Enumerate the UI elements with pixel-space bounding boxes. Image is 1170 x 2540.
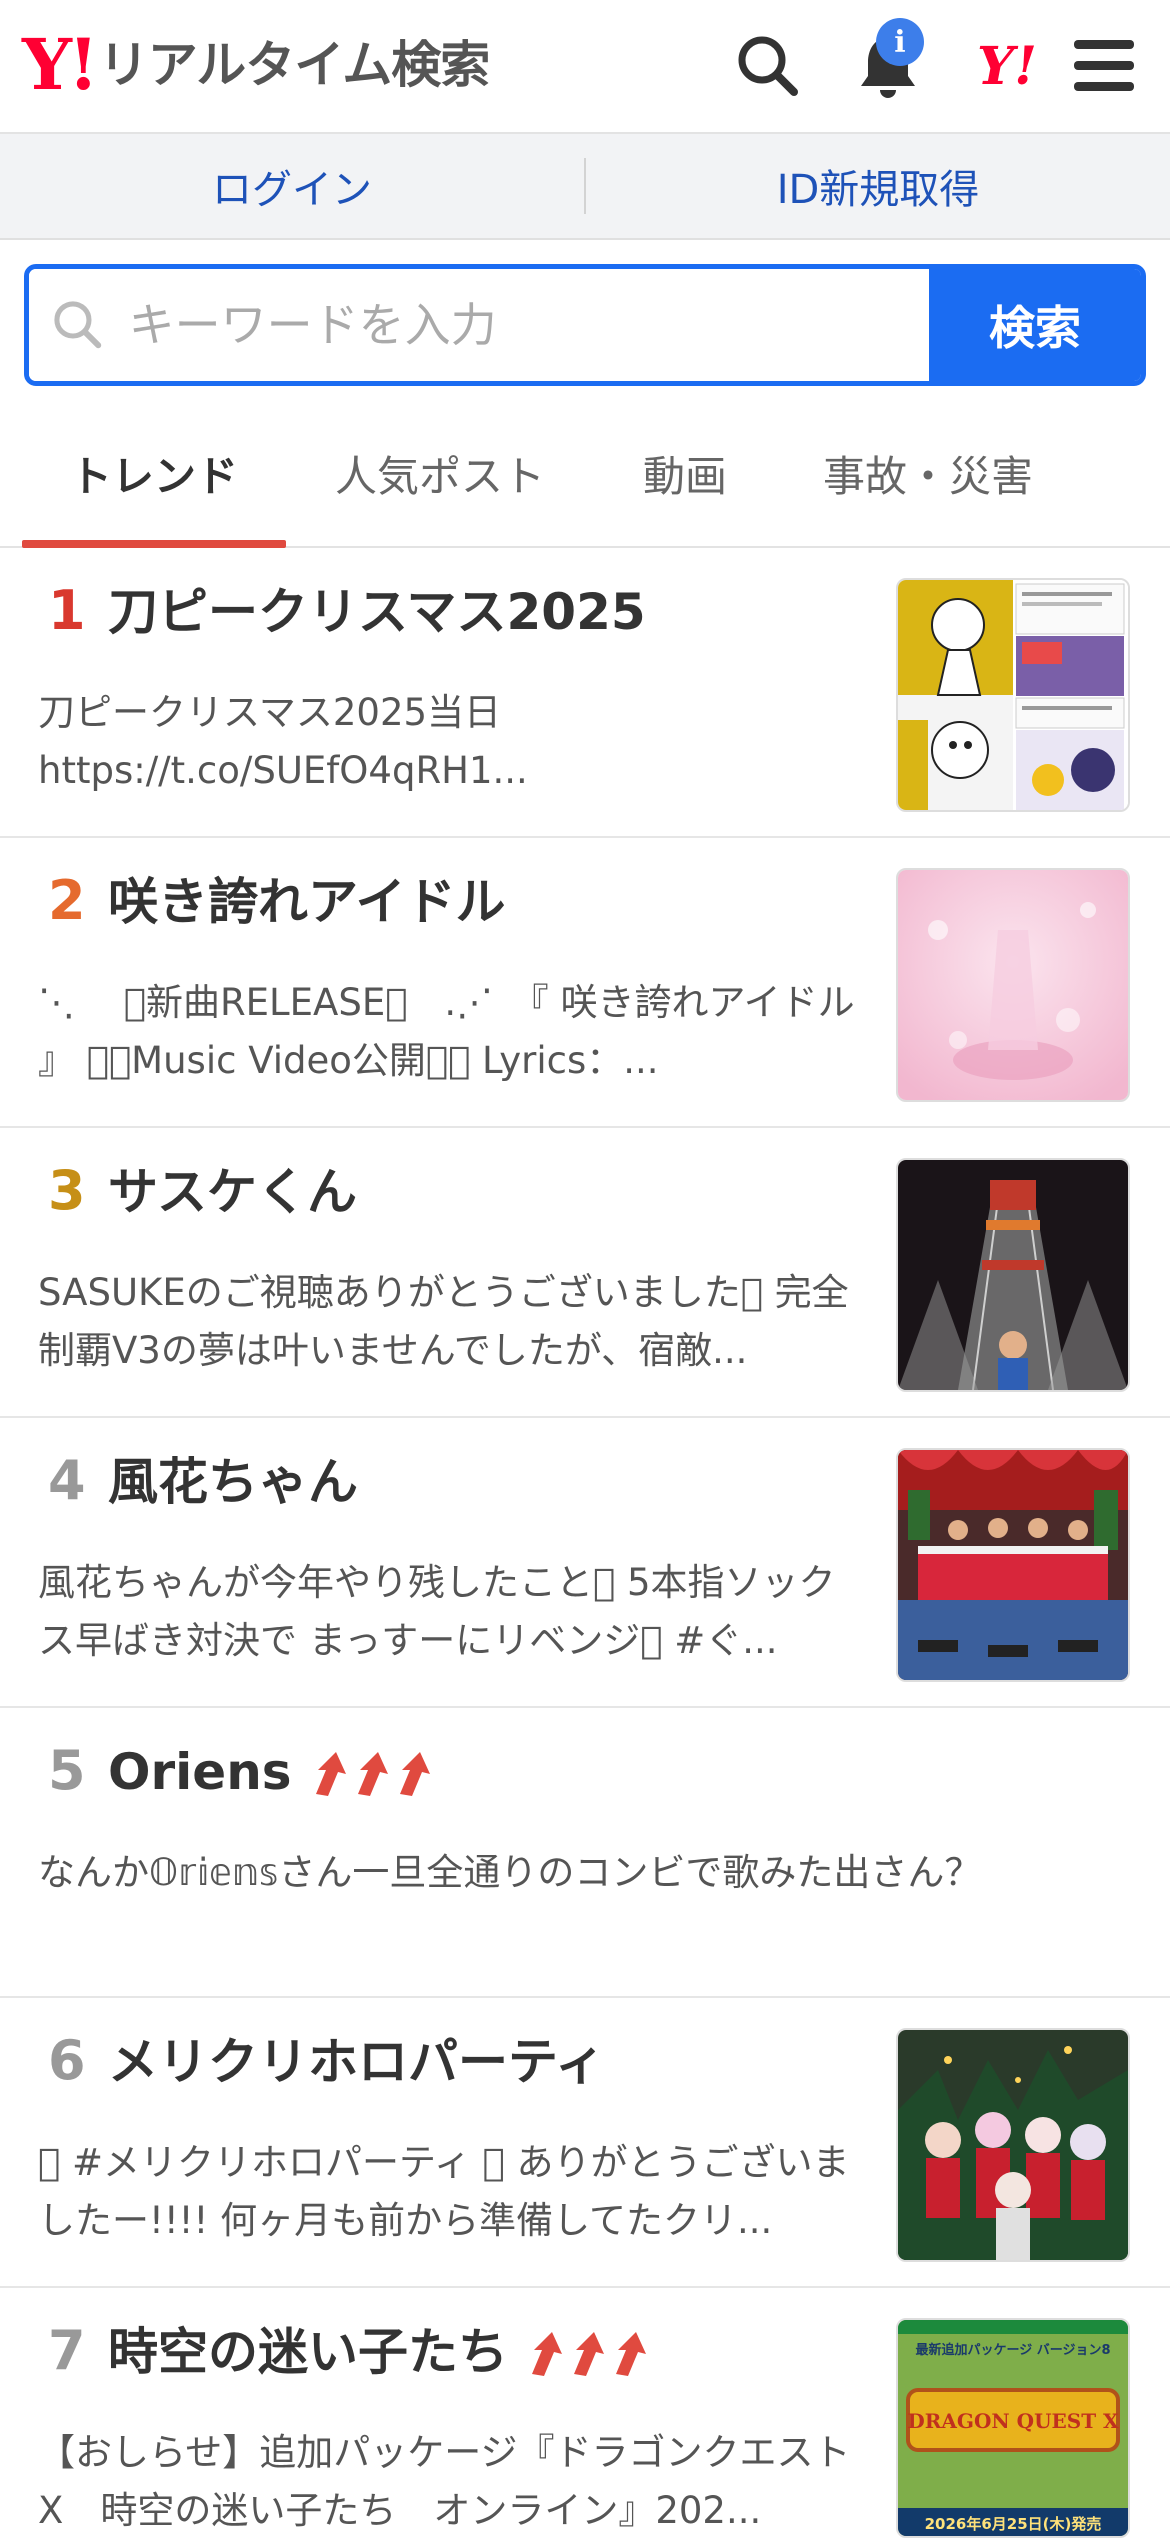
trend-title: Oriens: [108, 1743, 292, 1801]
trend-thumbnail: [896, 1448, 1130, 1682]
hamburger-menu-icon: [1074, 40, 1134, 91]
trend-description: 􏰀 #メリクリホロパーティ 􏰀 ありがとうございましたー!!!! 何ヶ月も前から…: [38, 2141, 850, 2242]
search-bar: 検索: [24, 264, 1146, 386]
trend-thumbnail: [896, 578, 1130, 812]
game-logo-text: DRAGON QUEST X: [907, 2409, 1119, 2433]
trend-item[interactable]: 1 刀ピークリスマス2025 刀ピークリスマス2025当日 https://t.…: [0, 548, 1170, 838]
trend-description: ⋱ 􏰀新曲RELEASE􏰀 .⋰ 『 咲き誇れアイドル 』 􏰀􏰀Music Vi…: [38, 981, 855, 1082]
trend-rank: 3: [48, 1159, 86, 1222]
trend-title-row: 時空の迷い子たち: [108, 2323, 656, 2382]
trend-thumbnail: [896, 868, 1130, 1102]
trend-item[interactable]: 5 Oriens なんか𝕆𝕣𝕚𝕖𝕟𝕤さん一旦全通りのコンビで歌みた出さん？: [0, 1708, 1170, 1998]
notification-badge: i: [876, 18, 924, 66]
logo-mark: Y!: [22, 23, 99, 106]
trend-item[interactable]: 7 時空の迷い子たち 【おしらせ】追加パッケージ『ドラゴンクエストX 時空の迷い…: [0, 2288, 1170, 2538]
logo-text: リアルタイム検索: [98, 36, 490, 94]
trend-description: 風花ちゃんが今年やり残したこと􏰀 5本指ソックス早ばき対決で まっすーにリベンジ…: [38, 1561, 836, 1662]
trend-thumbnail: [896, 1158, 1130, 1392]
trend-rank-number: 5: [48, 1739, 86, 1802]
trend-item[interactable]: 2 咲き誇れアイドル ⋱ 􏰀新曲RELEASE􏰀 .⋰ 『 咲き誇れアイドル 』…: [0, 838, 1170, 1128]
search-button[interactable]: [726, 24, 810, 108]
search-field[interactable]: [29, 269, 929, 381]
tab-videos[interactable]: 動画: [620, 400, 750, 546]
trend-rank: 2: [48, 869, 86, 932]
trend-title: 時空の迷い子たち: [108, 2323, 508, 2381]
search-submit-button[interactable]: 検索: [929, 269, 1141, 381]
trend-title: メリクリホロパーティ: [108, 2033, 605, 2091]
trend-title: 風花ちゃん: [108, 1453, 358, 1511]
login-link[interactable]: ログイン: [0, 157, 584, 215]
account-bar: ログイン ID新規取得: [0, 134, 1170, 240]
tab-accidents-disasters[interactable]: 事故・災害: [808, 400, 1048, 546]
tab-popular-posts[interactable]: 人気ポスト: [322, 400, 558, 546]
trend-description: 【おしらせ】追加パッケージ『ドラゴンクエストX 時空の迷い子たち オンライン』2…: [38, 2431, 851, 2532]
trend-title: サスケくん: [108, 1163, 357, 1221]
search-icon: [738, 36, 798, 96]
trend-title: 咲き誇れアイドル: [108, 873, 506, 931]
trend-rank: 6: [48, 2029, 86, 2092]
trend-item[interactable]: 4 風花ちゃん 風花ちゃんが今年やり残したこと􏰀 5本指ソックス早ばき対決で ま…: [0, 1418, 1170, 1708]
search-field-icon: [29, 298, 127, 352]
yahoo-home-link[interactable]: Y!: [962, 24, 1052, 108]
category-tabs: トレンド 人気ポスト 動画 事故・災害: [0, 400, 1170, 548]
search-input[interactable]: [126, 297, 929, 353]
trend-rank-number: 7: [48, 2319, 86, 2382]
release-date-label: 2026年6月25日(木)発売: [925, 2515, 1102, 2533]
app-header: Y! リアルタイム検索 i Y!: [0, 0, 1170, 134]
trend-rank: 7: [48, 2324, 86, 2378]
trend-thumbnail: [896, 2028, 1130, 2262]
trend-thumbnail: 最新追加パッケージ バージョン8 DRAGON QUEST X 2026年6月2…: [896, 2318, 1130, 2538]
trend-title-row: Oriens: [108, 1743, 440, 1802]
notification-button[interactable]: i: [846, 18, 930, 108]
trend-item[interactable]: 3 サスケくん SASUKEのご視聴ありがとうございました􏰀 完全制覇V3の夢は…: [0, 1128, 1170, 1418]
menu-button[interactable]: [1062, 24, 1146, 108]
tab-trend[interactable]: トレンド: [22, 400, 286, 548]
yahoo-logo: Y!: [977, 35, 1037, 97]
trend-description: なんか𝕆𝕣𝕚𝕖𝕟𝕤さん一旦全通りのコンビで歌みた出さん？: [38, 1851, 982, 1894]
trend-item[interactable]: 6 メリクリホロパーティ 􏰀 #メリクリホロパーティ 􏰀 ありがとうございました…: [0, 1998, 1170, 2288]
yahoo-realtime-logo[interactable]: Y! リアルタイム検索: [22, 23, 490, 106]
rising-arrows-icon: [310, 1748, 440, 1798]
trend-rank: 1: [48, 579, 86, 642]
rising-arrows-icon: [526, 2328, 656, 2378]
trend-description: SASUKEのご視聴ありがとうございました􏰀 完全制覇V3の夢は叶いませんでした…: [38, 1271, 849, 1372]
trend-description: 刀ピークリスマス2025当日 https://t.co/SUEfO4qRH1..…: [38, 691, 528, 792]
package-top-label: 最新追加パッケージ バージョン8: [915, 2342, 1110, 2358]
signup-link[interactable]: ID新規取得: [586, 157, 1170, 215]
trend-title: 刀ピークリスマス2025: [108, 583, 646, 641]
trend-rank: 4: [48, 1449, 86, 1512]
trend-rank: 5: [48, 1744, 86, 1798]
